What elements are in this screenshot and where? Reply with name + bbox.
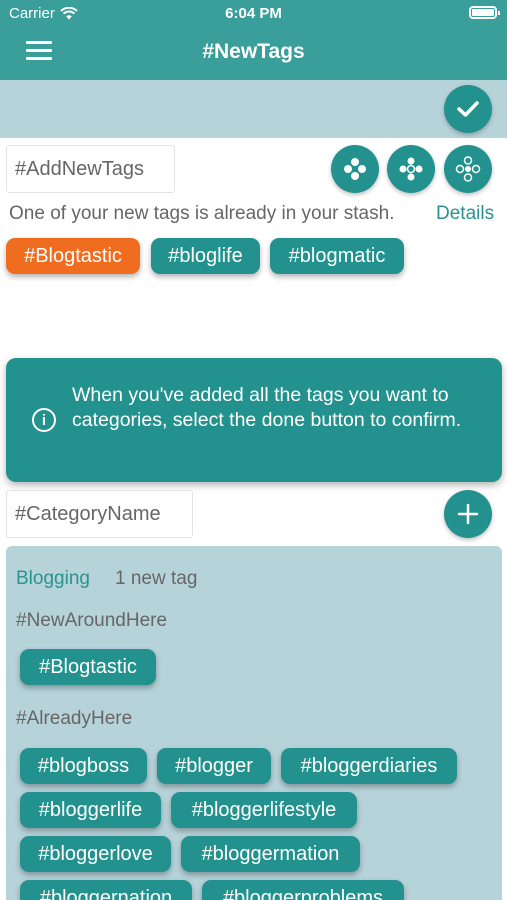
dice-six-icon bbox=[455, 156, 481, 182]
existing-tag-chip[interactable]: #blogger bbox=[157, 748, 271, 784]
existing-tag-chip[interactable]: #bloggerdiaries bbox=[281, 748, 457, 784]
new-tag-chip[interactable]: #Blogtastic bbox=[6, 238, 140, 274]
info-circle-icon: i bbox=[32, 408, 56, 432]
existing-tag-chip[interactable]: #bloggerlife bbox=[20, 792, 161, 828]
category-count: 1 new tag bbox=[115, 568, 198, 589]
category-name-input[interactable] bbox=[6, 490, 193, 538]
dice-six-button[interactable] bbox=[444, 145, 492, 193]
existing-tag-chip[interactable]: #bloggerproblems bbox=[202, 880, 404, 900]
done-button[interactable] bbox=[444, 85, 492, 133]
toolbar bbox=[0, 80, 507, 138]
battery-icon bbox=[469, 6, 500, 19]
dice-four-button[interactable] bbox=[331, 145, 379, 193]
existing-tag-chip[interactable]: #bloggerlifestyle bbox=[171, 792, 357, 828]
existing-tag-chip[interactable]: #bloggernation bbox=[20, 880, 192, 900]
checkmark-icon bbox=[457, 101, 479, 117]
page-title: #NewTags bbox=[202, 40, 305, 63]
plus-icon bbox=[457, 503, 479, 525]
already-here-label: #AlreadyHere bbox=[16, 708, 133, 729]
dice-five-icon bbox=[399, 157, 423, 181]
new-around-here-label: #NewAroundHere bbox=[16, 610, 168, 631]
info-message: When you've added all the tags you want … bbox=[72, 384, 462, 431]
existing-tag-chip[interactable]: #blogboss bbox=[20, 748, 147, 784]
info-banner: i When you've added all the tags you wan… bbox=[6, 358, 502, 482]
dice-five-button[interactable] bbox=[387, 145, 435, 193]
category-name[interactable]: Blogging bbox=[16, 568, 90, 590]
details-link[interactable]: Details bbox=[436, 203, 494, 225]
app-header: Carrier 6:04 PM #NewTags bbox=[0, 0, 507, 80]
new-tag-chip[interactable]: #bloglife bbox=[151, 238, 260, 274]
add-new-tags-input[interactable] bbox=[6, 145, 175, 193]
duplicate-notice: One of your new tags is already in your … bbox=[9, 203, 395, 224]
add-category-button[interactable] bbox=[444, 490, 492, 538]
new-tag-chip[interactable]: #blogmatic bbox=[270, 238, 404, 274]
existing-tag-chip[interactable]: #bloggerlove bbox=[20, 836, 171, 872]
dice-four-icon bbox=[344, 158, 366, 180]
category-new-tag-chip[interactable]: #Blogtastic bbox=[20, 649, 156, 685]
status-time: 6:04 PM bbox=[225, 5, 282, 22]
existing-tag-chip[interactable]: #bloggermation bbox=[181, 836, 360, 872]
